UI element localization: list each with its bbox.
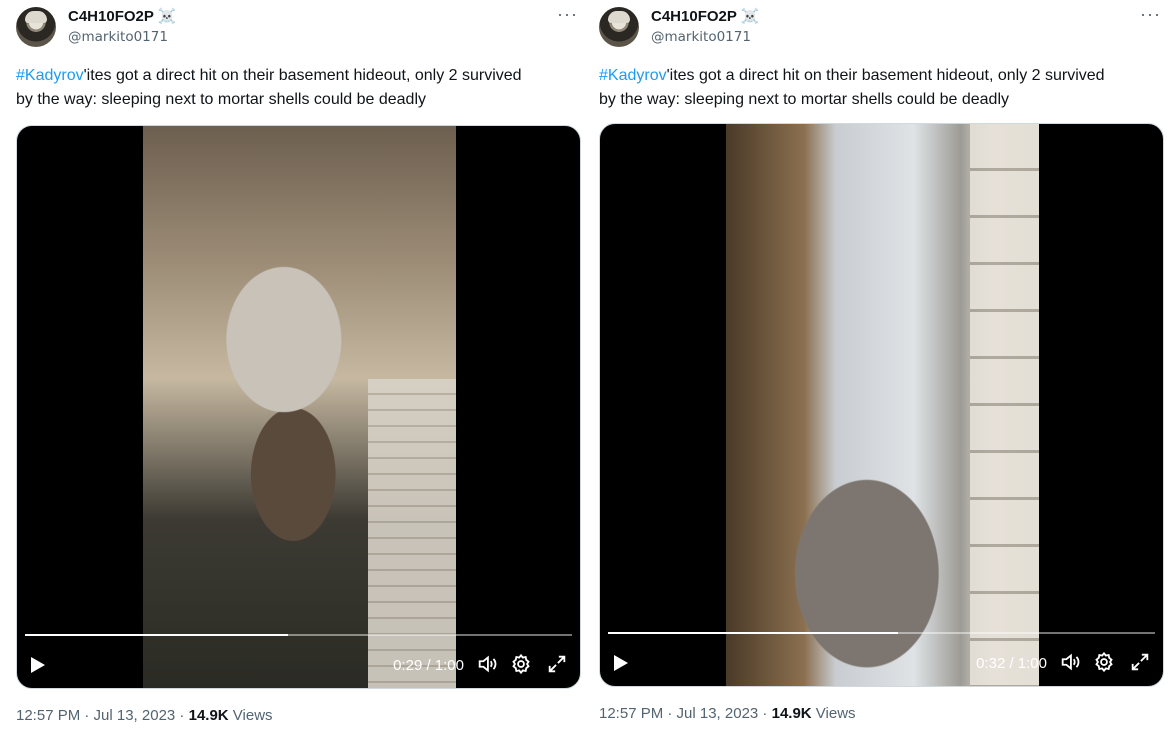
volume-icon[interactable]: [476, 653, 498, 675]
tweet-text-line1: 'ites got a direct hit on their basement…: [666, 67, 1105, 84]
video-frame: [143, 126, 456, 688]
views-count: 14.9K: [188, 707, 229, 724]
fullscreen-icon[interactable]: [1129, 651, 1151, 673]
tweet-card-left[interactable]: C4H10FO2P ☠️ @markito0171 ··· #Kadyrov'i…: [16, 0, 582, 729]
tweet-text-line1: 'ites got a direct hit on their basement…: [83, 67, 522, 84]
play-icon[interactable]: [614, 655, 628, 671]
more-options-icon[interactable]: ···: [1140, 4, 1161, 25]
video-time: 0:29 / 1:00: [393, 657, 464, 674]
hashtag-link[interactable]: #Kadyrov: [16, 67, 84, 84]
tweet-meta: 12:57 PM · Jul 13, 2023 · 14.9K Views: [599, 705, 856, 722]
hashtag-link[interactable]: #Kadyrov: [599, 67, 667, 84]
avatar[interactable]: [16, 7, 56, 47]
user-handle[interactable]: @markito0171: [651, 29, 751, 45]
video-player[interactable]: 0:32 / 1:00: [599, 123, 1164, 687]
progress-bar[interactable]: [25, 634, 572, 636]
video-time: 0:32 / 1:00: [976, 655, 1047, 672]
progress-fill: [25, 634, 288, 636]
tweet-text: #Kadyrov'ites got a direct hit on their …: [599, 64, 1165, 112]
skull-crossbones-icon: ☠️: [740, 8, 760, 25]
display-name[interactable]: C4H10FO2P: [651, 8, 737, 25]
author-name-row: C4H10FO2P ☠️: [68, 8, 177, 25]
timestamp-link[interactable]: 12:57 PM · Jul 13, 2023 ·: [599, 705, 772, 722]
avatar[interactable]: [599, 7, 639, 47]
gear-icon[interactable]: [1093, 651, 1115, 673]
skull-crossbones-icon: ☠️: [157, 8, 177, 25]
fullscreen-icon[interactable]: [546, 653, 568, 675]
more-options-icon[interactable]: ···: [557, 4, 578, 25]
video-frame: [726, 124, 1039, 686]
tweet-text-line2: by the way: sleeping next to mortar shel…: [16, 91, 427, 108]
video-controls: 0:29 / 1:00: [17, 650, 580, 680]
gear-icon[interactable]: [510, 653, 532, 675]
tweet-card-right[interactable]: C4H10FO2P ☠️ @markito0171 ··· #Kadyrov'i…: [599, 0, 1165, 729]
tweet-meta: 12:57 PM · Jul 13, 2023 · 14.9K Views: [16, 707, 273, 724]
play-icon[interactable]: [31, 657, 45, 673]
author-name-row: C4H10FO2P ☠️: [651, 8, 760, 25]
views-label: Views: [811, 705, 856, 722]
video-controls: 0:32 / 1:00: [600, 648, 1163, 678]
volume-icon[interactable]: [1059, 651, 1081, 673]
timestamp-link[interactable]: 12:57 PM · Jul 13, 2023 ·: [16, 707, 189, 724]
display-name[interactable]: C4H10FO2P: [68, 8, 154, 25]
views-label: Views: [228, 707, 273, 724]
tweet-text-line2: by the way: sleeping next to mortar shel…: [599, 91, 1010, 108]
tweet-text: #Kadyrov'ites got a direct hit on their …: [16, 64, 582, 112]
user-handle[interactable]: @markito0171: [68, 29, 168, 45]
progress-bar[interactable]: [608, 632, 1155, 634]
video-player[interactable]: 0:29 / 1:00: [16, 125, 581, 689]
views-count: 14.9K: [771, 705, 812, 722]
progress-fill: [608, 632, 898, 634]
